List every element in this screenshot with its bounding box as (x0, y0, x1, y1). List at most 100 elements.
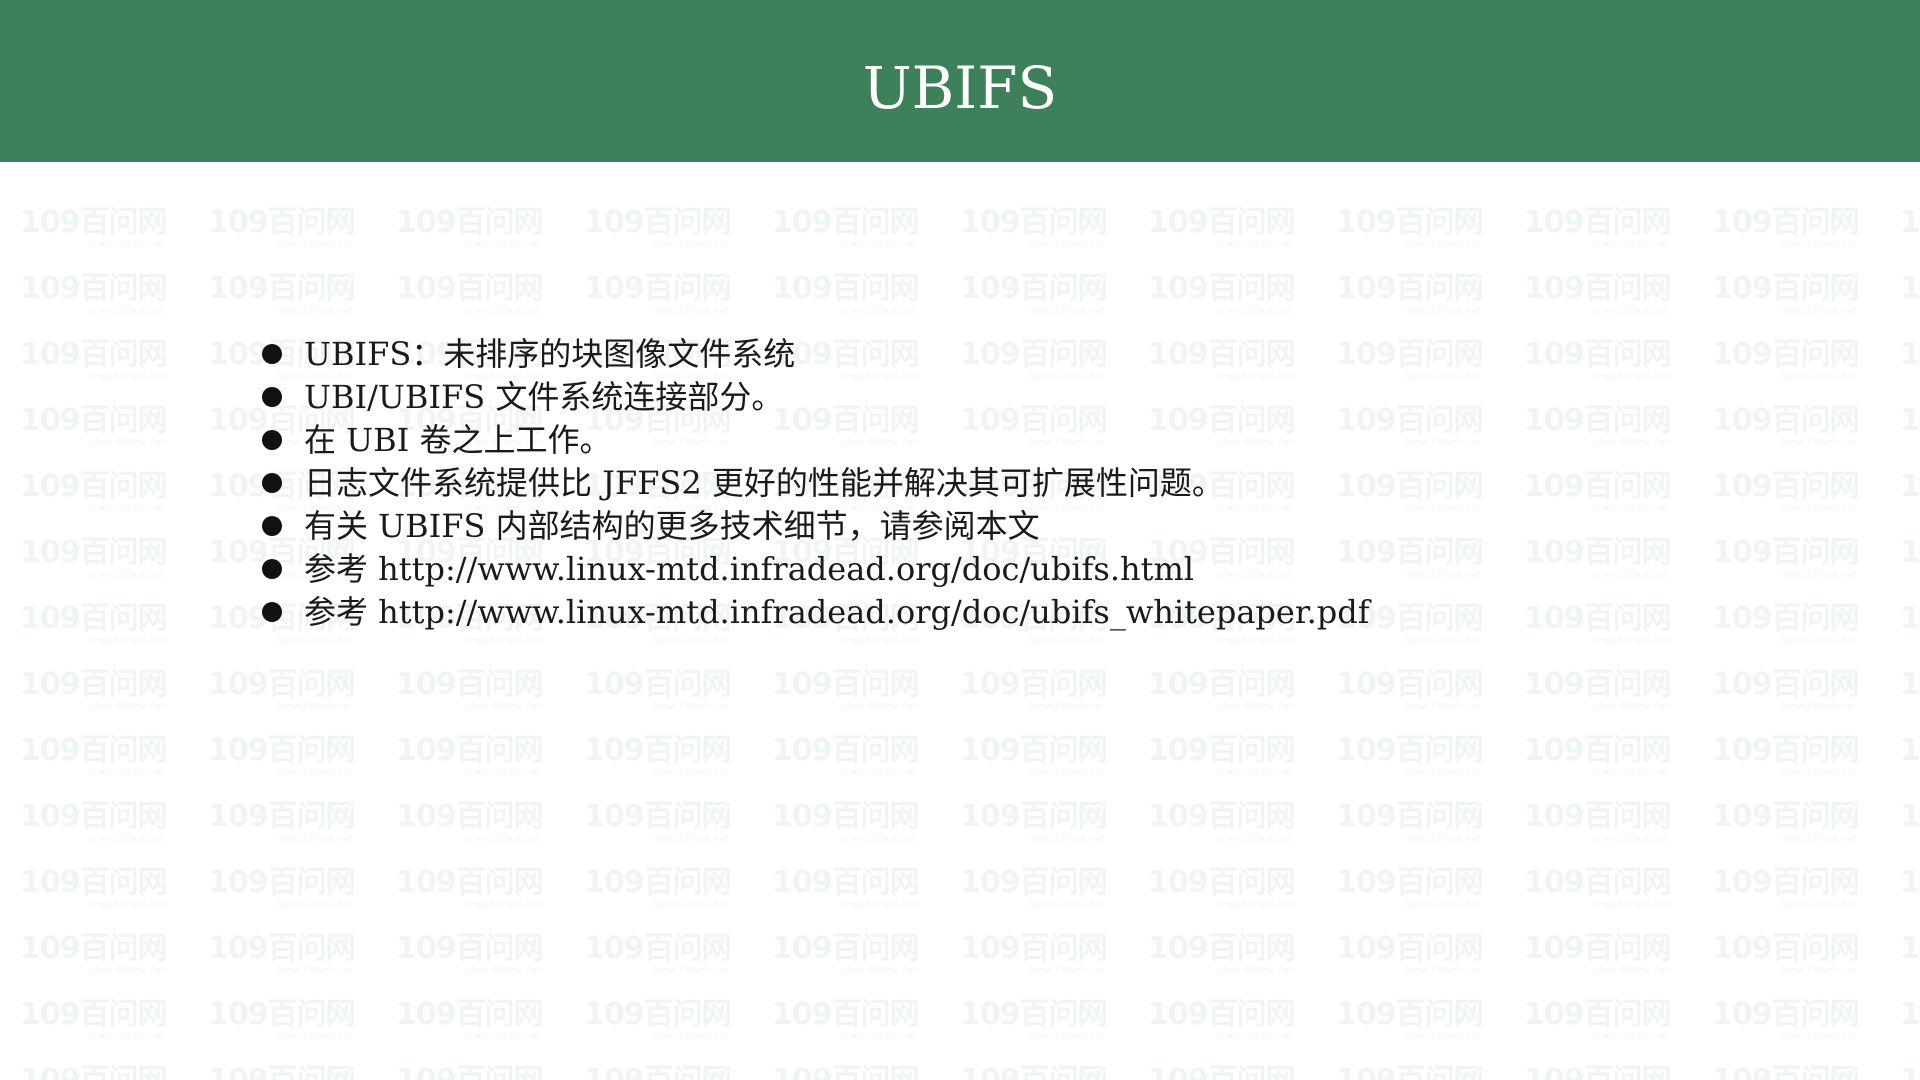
watermark-logo-text: 109百问网 (1712, 337, 1860, 372)
watermark-url-text: www.100ask.net (1030, 504, 1105, 514)
watermark-tile: 109百问网www.100ask.net (20, 800, 170, 850)
watermark-url-text: www.100ask.net (466, 636, 541, 646)
watermark-logo-text: 109百问网 (772, 271, 920, 306)
watermark-url-text: www.100ask.net (654, 438, 729, 448)
watermark-tile: 109百问网www.100ask.net (1336, 734, 1486, 784)
watermark-url-text: www.100ask.net (654, 240, 729, 250)
watermark-url-text: www.100ask.net (1594, 636, 1669, 646)
watermark-logo-text: 109百问网 (1712, 997, 1860, 1032)
watermark-url-text: www.100ask.net (278, 636, 353, 646)
watermark-tile: 109百问网www.100ask.net (1900, 866, 1920, 916)
watermark-logo-text: 109百问网 (1336, 469, 1484, 504)
watermark-tile: 109百问网www.100ask.net (772, 1064, 922, 1080)
watermark-url-text: www.100ask.net (90, 372, 165, 382)
watermark-url-text: www.100ask.net (1782, 372, 1857, 382)
watermark-url-text: www.100ask.net (1406, 768, 1481, 778)
bullet-dot-icon (262, 387, 282, 407)
watermark-logo-text: 109百问网 (1336, 733, 1484, 768)
bullet-text: 日志文件系统提供比 JFFS2 更好的性能并解决其可扩展性问题。 (304, 464, 1224, 502)
watermark-url-text: www.100ask.net (842, 438, 917, 448)
watermark-tile: 109百问网www.100ask.net (1900, 404, 1920, 454)
watermark-url-text: www.100ask.net (1782, 834, 1857, 844)
watermark-logo-text: 109百问网 (1148, 865, 1296, 900)
watermark-logo-text: 109百问网 (1900, 733, 1920, 768)
watermark-logo-text: 109百问网 (1148, 337, 1296, 372)
bullet-text: 参考 http://www.linux-mtd.infradead.org/do… (304, 593, 1370, 631)
watermark-tile: 109百问网www.100ask.net (20, 272, 170, 322)
watermark-logo-text: 109百问网 (1900, 601, 1920, 636)
watermark-tile: 109百问网www.100ask.net (208, 866, 358, 916)
watermark-logo-text: 109百问网 (772, 865, 920, 900)
watermark-logo-text: 109百问网 (1524, 337, 1672, 372)
watermark-logo-text: 109百问网 (1336, 931, 1484, 966)
watermark-logo-text: 109百问网 (1524, 931, 1672, 966)
watermark-url-text: www.100ask.net (842, 768, 917, 778)
watermark-tile: 109百问网www.100ask.net (1900, 1064, 1920, 1080)
watermark-tile: 109百问网www.100ask.net (1900, 602, 1920, 652)
watermark-tile: 109百问网www.100ask.net (1712, 734, 1862, 784)
watermark-tile: 109百问网www.100ask.net (1148, 800, 1298, 850)
watermark-url-text: www.100ask.net (1782, 900, 1857, 910)
watermark-url-text: www.100ask.net (1218, 306, 1293, 316)
watermark-tile: 109百问网www.100ask.net (1148, 272, 1298, 322)
watermark-url-text: www.100ask.net (842, 966, 917, 976)
watermark-logo-text: 109百问网 (1148, 205, 1296, 240)
watermark-url-text: www.100ask.net (1030, 372, 1105, 382)
watermark-tile: 109百问网www.100ask.net (584, 272, 734, 322)
watermark-logo-text: 109百问网 (1900, 469, 1920, 504)
watermark-tile: 109百问网www.100ask.net (960, 206, 1110, 256)
watermark-logo-text: 109百问网 (584, 1064, 732, 1080)
watermark-tile: 109百问网www.100ask.net (20, 470, 170, 520)
watermark-tile: 109百问网www.100ask.net (1148, 1064, 1298, 1080)
watermark-logo-text: 109百问网 (1712, 1064, 1860, 1080)
watermark-tile: 109百问网www.100ask.net (1524, 338, 1674, 388)
watermark-tile: 109百问网www.100ask.net (1524, 734, 1674, 784)
watermark-url-text: www.100ask.net (278, 306, 353, 316)
watermark-tile: 109百问网www.100ask.net (1524, 272, 1674, 322)
watermark-tile: 109百问网www.100ask.net (20, 602, 170, 652)
watermark-logo-text: 109百问网 (1336, 271, 1484, 306)
watermark-tile: 109百问网www.100ask.net (772, 404, 922, 454)
watermark-url-text: www.100ask.net (1594, 834, 1669, 844)
watermark-url-text: www.100ask.net (1782, 504, 1857, 514)
watermark-tile: 109百问网www.100ask.net (1524, 866, 1674, 916)
header-bar: UBIFS (0, 0, 1920, 162)
watermark-tile: 109百问网www.100ask.net (1900, 206, 1920, 256)
watermark-tile: 109百问网www.100ask.net (1336, 668, 1486, 718)
watermark-url-text: www.100ask.net (1782, 1032, 1857, 1042)
watermark-url-text: www.100ask.net (90, 504, 165, 514)
watermark-url-text: www.100ask.net (654, 966, 729, 976)
bullet-dot-icon (262, 430, 282, 450)
watermark-tile: 109百问网www.100ask.net (1900, 998, 1920, 1048)
watermark-tile: 109百问网www.100ask.net (1524, 404, 1674, 454)
watermark-tile: 109百问网www.100ask.net (1336, 272, 1486, 322)
watermark-tile: 109百问网www.100ask.net (396, 932, 546, 982)
watermark-logo-text: 109百问网 (772, 403, 920, 438)
watermark-tile: 109百问网www.100ask.net (772, 668, 922, 718)
watermark-url-text: www.100ask.net (1594, 504, 1669, 514)
watermark-tile: 109百问网www.100ask.net (1712, 338, 1862, 388)
watermark-logo-text: 109百问网 (584, 799, 732, 834)
watermark-url-text: www.100ask.net (1218, 504, 1293, 514)
watermark-logo-text: 109百问网 (20, 667, 168, 702)
watermark-url-text: www.100ask.net (1406, 240, 1481, 250)
watermark-tile: 109百问网www.100ask.net (208, 668, 358, 718)
watermark-url-text: www.100ask.net (1030, 768, 1105, 778)
watermark-tile: 109百问网www.100ask.net (960, 338, 1110, 388)
slide-title: UBIFS (862, 54, 1058, 122)
watermark-tile: 109百问网www.100ask.net (20, 338, 170, 388)
watermark-tile: 109百问网www.100ask.net (584, 206, 734, 256)
watermark-url-text: www.100ask.net (1782, 306, 1857, 316)
watermark-logo-text: 109百问网 (772, 997, 920, 1032)
watermark-url-text: www.100ask.net (278, 240, 353, 250)
watermark-url-text: www.100ask.net (842, 306, 917, 316)
watermark-tile: 109百问网www.100ask.net (584, 800, 734, 850)
watermark-tile: 109百问网www.100ask.net (1524, 1064, 1674, 1080)
watermark-logo-text: 109百问网 (1336, 667, 1484, 702)
watermark-url-text: www.100ask.net (278, 834, 353, 844)
watermark-logo-text: 109百问网 (1900, 799, 1920, 834)
watermark-url-text: www.100ask.net (842, 1032, 917, 1042)
watermark-tile: 109百问网www.100ask.net (1712, 206, 1862, 256)
watermark-tile: 109百问网www.100ask.net (396, 734, 546, 784)
watermark-logo-text: 109百问网 (584, 997, 732, 1032)
